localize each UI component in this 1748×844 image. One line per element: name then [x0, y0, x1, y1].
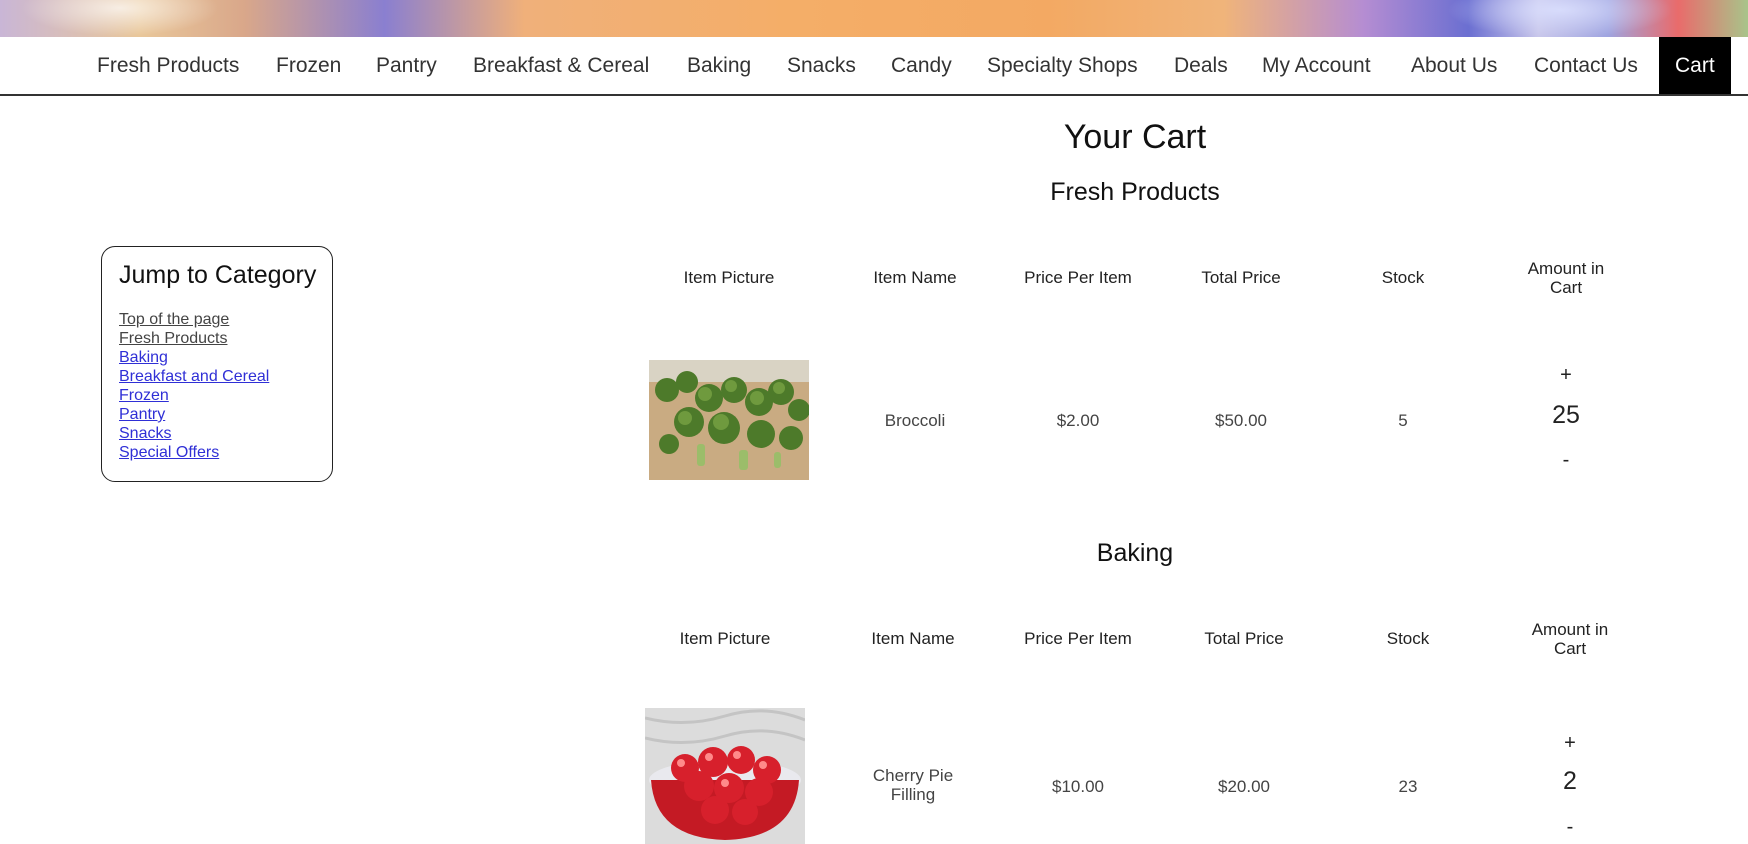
item-price: $10.00: [1052, 777, 1104, 796]
col-header-stock: Stock: [1386, 629, 1430, 648]
jump-to-category-box: Jump to Category Top of the page Fresh P…: [101, 246, 333, 482]
item-name: Cherry Pie Filling: [872, 766, 954, 804]
col-header-stock: Stock: [1381, 268, 1425, 287]
item-name: Broccoli: [884, 411, 946, 430]
quantity-value: 2: [1563, 767, 1577, 795]
top-banner: [0, 0, 1748, 37]
nav-deals[interactable]: Deals: [1174, 37, 1228, 94]
nav-breakfast-cereal[interactable]: Breakfast & Cereal: [473, 37, 649, 94]
decrease-quantity-button[interactable]: -: [1567, 817, 1574, 837]
jump-link-fresh-products[interactable]: Fresh Products: [119, 329, 332, 348]
col-header-picture: Item Picture: [679, 629, 771, 648]
col-header-amount: Amount in Cart: [1531, 620, 1609, 658]
col-header-name: Item Name: [871, 629, 955, 648]
nav-snacks[interactable]: Snacks: [787, 37, 856, 94]
jump-link-frozen[interactable]: Frozen: [119, 386, 332, 405]
jump-link-special-offers[interactable]: Special Offers: [119, 443, 332, 462]
section-title-baking: Baking: [1096, 539, 1174, 567]
item-stock: 5: [1398, 411, 1408, 430]
decrease-quantity-button[interactable]: -: [1563, 450, 1570, 470]
main-nav: Fresh Products Frozen Pantry Breakfast &…: [0, 37, 1748, 96]
quantity-value: 25: [1552, 401, 1580, 429]
nav-baking[interactable]: Baking: [687, 37, 751, 94]
nav-candy[interactable]: Candy: [891, 37, 952, 94]
jump-link-snacks[interactable]: Snacks: [119, 424, 332, 443]
broccoli-image: [649, 360, 809, 480]
item-stock: 23: [1398, 777, 1418, 796]
item-price: $2.00: [1056, 411, 1100, 430]
item-total: $50.00: [1215, 411, 1267, 430]
nav-fresh-products[interactable]: Fresh Products: [97, 37, 239, 94]
nav-frozen[interactable]: Frozen: [276, 37, 341, 94]
increase-quantity-button[interactable]: +: [1560, 365, 1572, 385]
item-total: $20.00: [1218, 777, 1270, 796]
nav-specialty-shops[interactable]: Specialty Shops: [987, 37, 1138, 94]
nav-about-us[interactable]: About Us: [1411, 37, 1497, 94]
jump-title: Jump to Category: [119, 261, 317, 289]
col-header-name: Item Name: [873, 268, 957, 287]
increase-quantity-button[interactable]: +: [1564, 733, 1576, 753]
col-header-price: Price Per Item: [1024, 629, 1132, 648]
col-header-total: Total Price: [1201, 268, 1281, 287]
page-title: Your Cart: [1063, 118, 1207, 156]
jump-link-pantry[interactable]: Pantry: [119, 405, 332, 424]
nav-cart[interactable]: Cart: [1659, 37, 1731, 94]
nav-my-account[interactable]: My Account: [1262, 37, 1371, 94]
col-header-total: Total Price: [1204, 629, 1284, 648]
col-header-picture: Item Picture: [683, 268, 775, 287]
broccoli-illustration: [649, 360, 809, 480]
nav-contact-us[interactable]: Contact Us: [1534, 37, 1638, 94]
nav-pantry[interactable]: Pantry: [376, 37, 437, 94]
col-header-price: Price Per Item: [1024, 268, 1132, 287]
section-title-fresh-products: Fresh Products: [1050, 178, 1220, 206]
jump-link-baking[interactable]: Baking: [119, 348, 332, 367]
jump-link-breakfast-cereal[interactable]: Breakfast and Cereal: [119, 367, 332, 386]
cherry-illustration: [645, 708, 805, 844]
jump-link-top[interactable]: Top of the page: [119, 310, 332, 329]
col-header-amount: Amount in Cart: [1527, 259, 1605, 297]
cherry-pie-filling-image: [645, 708, 805, 844]
